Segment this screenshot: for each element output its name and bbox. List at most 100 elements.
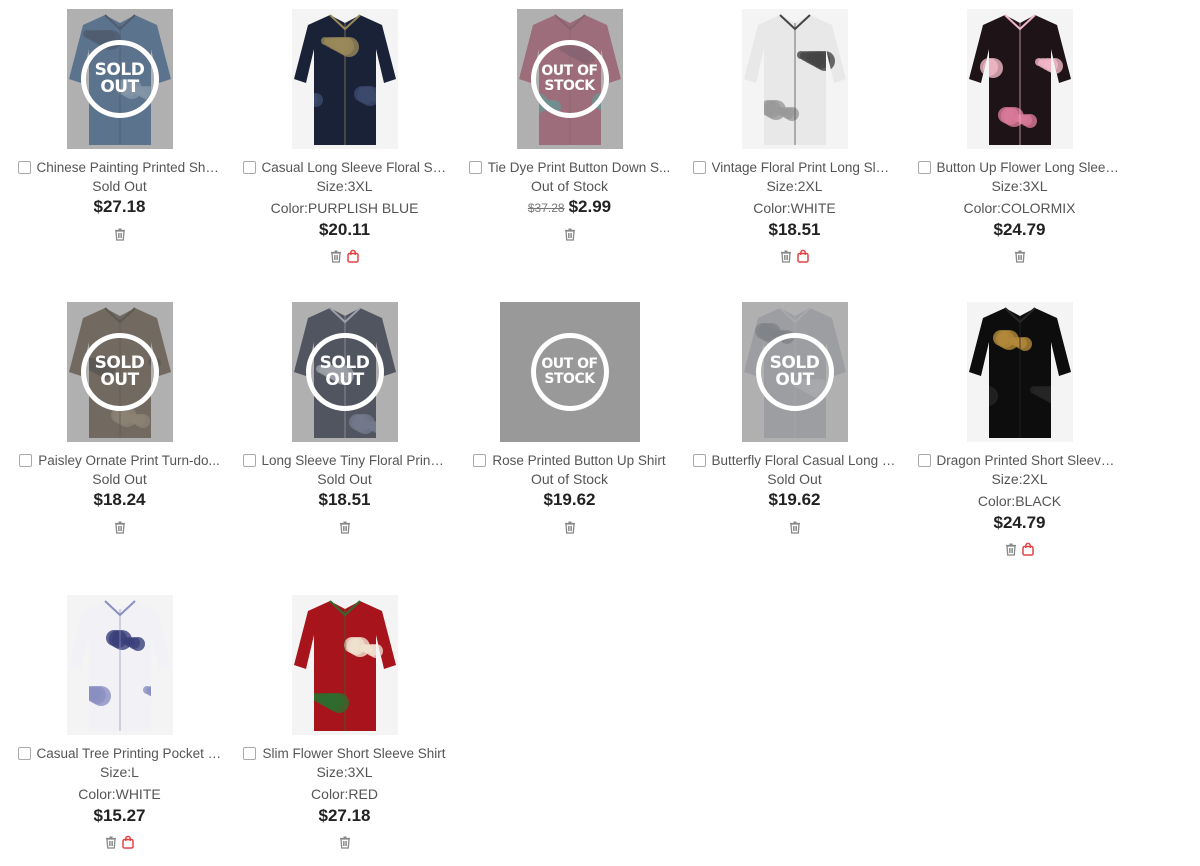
select-checkbox[interactable] — [692, 453, 706, 467]
select-checkbox[interactable] — [17, 160, 31, 174]
product-image[interactable]: OUT OF STOCK — [516, 9, 623, 149]
item-actions — [232, 835, 457, 849]
select-checkbox[interactable] — [917, 453, 931, 467]
current-price: $19.62 — [768, 490, 821, 509]
select-checkbox[interactable] — [242, 453, 256, 467]
item-actions — [682, 520, 907, 534]
stock-status: Sold Out — [92, 471, 147, 487]
trash-icon[interactable] — [1013, 249, 1027, 263]
shopping-bag-icon[interactable] — [121, 835, 135, 849]
product-title-row: Dragon Printed Short Sleeve ... — [907, 451, 1132, 469]
item-actions — [232, 520, 457, 534]
product-name[interactable]: Button Up Flower Long Sleev... — [937, 160, 1122, 175]
product-name[interactable]: Vintage Floral Print Long Slee... — [712, 160, 897, 175]
product-card: Casual Tree Printing Pocket D... Size:L Co… — [7, 586, 232, 866]
trash-icon[interactable] — [329, 249, 343, 263]
sold-out-stamp: SOLD OUT — [80, 333, 159, 411]
product-image[interactable] — [291, 595, 398, 735]
select-checkbox[interactable] — [692, 160, 706, 174]
product-name[interactable]: Long Sleeve Tiny Floral Printe... — [262, 453, 447, 468]
shopping-bag-icon[interactable] — [796, 249, 810, 263]
product-image[interactable]: SOLD OUT — [66, 9, 173, 149]
select-checkbox[interactable] — [19, 453, 33, 467]
stock-status: Out of Stock — [530, 471, 609, 487]
product-image[interactable]: SOLD OUT — [66, 302, 173, 442]
product-image[interactable] — [741, 9, 848, 149]
current-price: $24.79 — [993, 513, 1046, 532]
product-name[interactable]: Paisley Ornate Print Turn-do... — [38, 453, 220, 468]
product-title-row: Tie Dye Print Button Down S... — [457, 158, 682, 176]
trash-icon[interactable] — [113, 227, 127, 241]
size-label: Size:3XL — [991, 178, 1048, 194]
product-name[interactable]: Slim Flower Short Sleeve Shirt — [262, 746, 445, 761]
product-card: Button Up Flower Long Sleev... Size:3XL Co… — [907, 0, 1132, 280]
product-image[interactable]: SOLD OUT — [291, 302, 398, 442]
product-name[interactable]: Tie Dye Print Button Down S... — [488, 160, 671, 175]
price: $27.18 — [7, 197, 232, 217]
trash-icon[interactable] — [338, 520, 352, 534]
select-checkbox[interactable] — [243, 746, 257, 760]
product-title-row: Casual Tree Printing Pocket D... — [7, 744, 232, 762]
product-title-row: Vintage Floral Print Long Slee... — [682, 158, 907, 176]
product-name[interactable]: Dragon Printed Short Sleeve ... — [937, 453, 1122, 468]
item-actions — [457, 520, 682, 534]
select-checkbox[interactable] — [242, 160, 256, 174]
stamp-label: SOLD OUT — [319, 353, 370, 390]
product-name[interactable]: Casual Long Sleeve Floral Shirt — [262, 160, 447, 175]
product-image[interactable] — [966, 9, 1073, 149]
product-card: Vintage Floral Print Long Slee... Size:2X… — [682, 0, 907, 280]
product-image[interactable] — [966, 302, 1073, 442]
price: $19.62 — [457, 490, 682, 510]
product-name[interactable]: Casual Tree Printing Pocket D... — [37, 746, 222, 761]
product-name[interactable]: Butterfly Floral Casual Long S... — [712, 453, 897, 468]
color-label: Color:PURPLISH BLUE — [270, 200, 419, 216]
price: $20.11 — [232, 220, 457, 240]
current-price: $24.79 — [993, 220, 1046, 239]
price: $18.51 — [682, 220, 907, 240]
product-image[interactable] — [291, 9, 398, 149]
product-image[interactable]: SOLD OUT — [741, 302, 848, 442]
color-label: Color:WHITE — [78, 786, 161, 802]
product-card: SOLD OUT Butterfly Floral Casual Long S..… — [682, 293, 907, 573]
trash-icon[interactable] — [788, 520, 802, 534]
select-checkbox[interactable] — [17, 746, 31, 760]
product-name[interactable]: Chinese Painting Printed Sho... — [37, 160, 222, 175]
stamp-label: OUT OF STOCK — [541, 356, 598, 387]
item-actions — [907, 542, 1132, 556]
trash-icon[interactable] — [104, 835, 118, 849]
product-name[interactable]: Rose Printed Button Up Shirt — [492, 453, 665, 468]
trash-icon[interactable] — [113, 520, 127, 534]
product-card: OUT OF STOCK Rose Printed Button Up Shirt… — [457, 293, 682, 573]
product-title-row: Paisley Ornate Print Turn-do... — [7, 451, 232, 469]
color-label: Color:BLACK — [977, 493, 1062, 509]
shopping-bag-icon[interactable] — [1021, 542, 1035, 556]
size-label: Size:2XL — [991, 471, 1048, 487]
size-label: Size:3XL — [316, 764, 373, 780]
sold-out-stamp: SOLD OUT — [755, 333, 834, 411]
size-label: Size:L — [100, 764, 139, 780]
select-checkbox[interactable] — [468, 160, 482, 174]
product-image[interactable]: OUT OF STOCK — [499, 302, 640, 442]
current-price: $27.18 — [318, 806, 371, 825]
sold-out-stamp: SOLD OUT — [80, 40, 159, 118]
product-card: SOLD OUT Chinese Painting Printed Sho... S… — [7, 0, 232, 280]
stock-status: Out of Stock — [530, 178, 609, 194]
color-label: Color:WHITE — [753, 200, 836, 216]
stock-status: Sold Out — [317, 471, 372, 487]
wishlist-grid: SOLD OUT Chinese Painting Printed Sho... S… — [0, 0, 1200, 863]
shopping-bag-icon[interactable] — [346, 249, 360, 263]
price: $15.27 — [7, 806, 232, 826]
product-title-row: Chinese Painting Printed Sho... — [7, 158, 232, 176]
trash-icon[interactable] — [338, 835, 352, 849]
select-checkbox[interactable] — [473, 453, 487, 467]
color-label: Color:COLORMIX — [963, 200, 1076, 216]
trash-icon[interactable] — [1004, 542, 1018, 556]
product-card: Casual Long Sleeve Floral Shirt Size:3XL C… — [232, 0, 457, 280]
trash-icon[interactable] — [563, 520, 577, 534]
product-image[interactable] — [66, 595, 173, 735]
trash-icon[interactable] — [779, 249, 793, 263]
select-checkbox[interactable] — [917, 160, 931, 174]
product-card: Dragon Printed Short Sleeve ... Size:2XL C… — [907, 293, 1132, 573]
trash-icon[interactable] — [563, 227, 577, 241]
product-title-row: Long Sleeve Tiny Floral Printe... — [232, 451, 457, 469]
